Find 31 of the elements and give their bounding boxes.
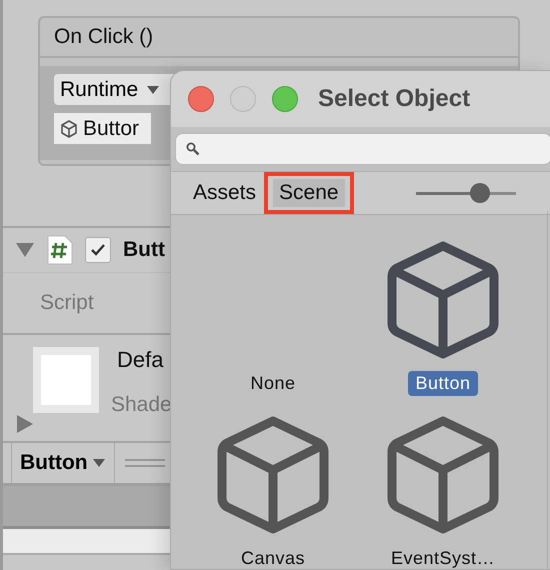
search-field[interactable] bbox=[175, 133, 550, 165]
script-label: Script bbox=[40, 291, 94, 315]
object-label[interactable]: Button bbox=[408, 371, 478, 396]
cube-icon[interactable] bbox=[387, 241, 499, 359]
zoom-button[interactable] bbox=[272, 86, 298, 112]
component-dropdown[interactable]: Button bbox=[11, 443, 115, 483]
cube-icon[interactable] bbox=[387, 416, 499, 534]
tab[interactable]: Assets bbox=[187, 179, 262, 207]
object-label[interactable]: EventSyst… bbox=[384, 546, 502, 569]
object-field[interactable]: Buttor bbox=[54, 113, 151, 144]
object-label[interactable]: Canvas bbox=[234, 546, 312, 569]
enabled-checkbox[interactable] bbox=[85, 237, 111, 263]
cube-icon bbox=[59, 118, 79, 138]
close-button[interactable] bbox=[188, 86, 214, 112]
expand-triangle-icon[interactable] bbox=[17, 415, 33, 433]
material-preview bbox=[33, 347, 99, 413]
tab[interactable]: Scene bbox=[273, 179, 345, 207]
search-icon bbox=[186, 142, 200, 156]
event-title: On Click () bbox=[54, 25, 154, 49]
dialog-title: Select Object bbox=[318, 85, 470, 113]
cube-icon[interactable] bbox=[217, 416, 329, 534]
expand-triangle-icon[interactable] bbox=[15, 242, 35, 258]
component-name: Butt bbox=[123, 238, 165, 262]
object-label[interactable]: None bbox=[243, 371, 303, 396]
script-file-icon bbox=[47, 235, 73, 265]
caret-icon bbox=[92, 458, 106, 468]
shader-label: Shade bbox=[111, 393, 172, 417]
material-name: Defa bbox=[116, 347, 164, 373]
caret-icon bbox=[146, 84, 160, 94]
checkmark-icon bbox=[90, 243, 106, 257]
drag-handle-icon[interactable] bbox=[124, 457, 165, 469]
